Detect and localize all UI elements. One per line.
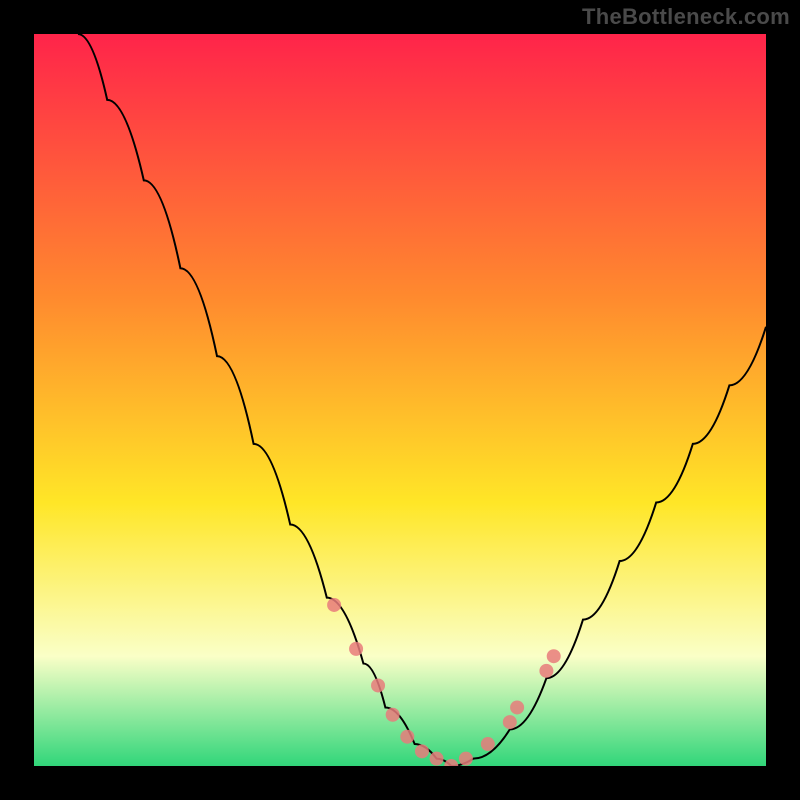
marker-dot [459,752,473,766]
marker-dot [386,708,400,722]
marker-dot [503,715,517,729]
marker-dot [415,744,429,758]
marker-dot [371,678,385,692]
marker-dot [481,737,495,751]
watermark-label: TheBottleneck.com [582,4,790,30]
marker-dot [510,700,524,714]
chart-svg [34,34,766,766]
marker-dot [327,598,341,612]
marker-dot [547,649,561,663]
marker-dot [430,752,444,766]
marker-dot [539,664,553,678]
marker-dot [349,642,363,656]
chart-background [34,34,766,766]
chart-frame: TheBottleneck.com [0,0,800,800]
marker-dot [400,730,414,744]
chart-plot-area [34,34,766,766]
